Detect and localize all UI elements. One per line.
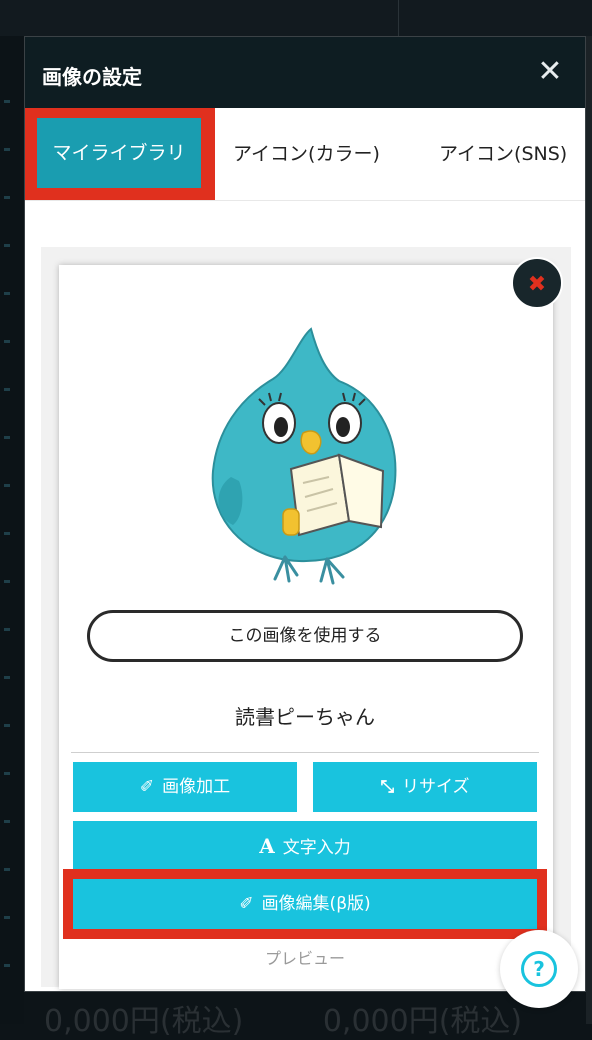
image-edit-beta-label: 画像編集(β版) [261, 894, 371, 914]
tab-my-library[interactable]: マイライブラリ [37, 118, 201, 188]
resize-button[interactable]: ⤡ リサイズ [313, 762, 537, 812]
card-divider [71, 752, 539, 753]
modal-title: 画像の設定 [42, 65, 142, 89]
resize-label: リサイズ [402, 777, 470, 797]
bird-image [211, 327, 397, 585]
image-name: 読書ピーちゃん [235, 705, 375, 729]
text-input-button[interactable]: A 文字入力 [73, 821, 537, 871]
tab-icon-color[interactable]: アイコン(カラー) [233, 108, 380, 200]
modal-header: 画像の設定 ✕ [25, 37, 585, 108]
background-right-edge [586, 36, 592, 1024]
preview-label: プレビュー [264, 949, 345, 968]
background-sidebar [0, 36, 24, 1024]
compress-arrows-icon: ⤡ [380, 777, 395, 797]
background-price-row: 0,000円(税込) 0,000円(税込) [44, 996, 592, 1040]
image-process-label: 画像加工 [162, 777, 231, 797]
magic-wand-icon: ✐ [139, 777, 155, 797]
background-header [0, 0, 592, 36]
delete-image-button[interactable]: ✖ [511, 257, 563, 309]
help-button[interactable]: ? [500, 930, 578, 1008]
close-icon[interactable]: ✕ [531, 53, 569, 91]
image-edit-beta-button[interactable]: ✐ 画像編集(β版) [73, 879, 537, 929]
image-settings-modal: 画像の設定 ✕ マイライブラリ アイコン(カラー) アイコン(SNS) ✖ この… [24, 36, 586, 992]
tab-icon-sns[interactable]: アイコン(SNS) [439, 108, 567, 200]
font-icon: A [259, 834, 275, 858]
tab-bar: マイライブラリ アイコン(カラー) アイコン(SNS) [25, 108, 585, 201]
background-price-left: 0,000円(税込) [44, 1004, 244, 1039]
text-input-label: 文字入力 [282, 838, 351, 858]
magic-wand-icon: ✐ [239, 894, 254, 914]
background-price-right: 0,000円(税込) [322, 1004, 523, 1039]
use-image-button[interactable]: この画像を使用する [87, 610, 523, 662]
question-icon: ? [521, 951, 557, 987]
image-process-button[interactable]: ✐ 画像加工 [73, 762, 297, 812]
